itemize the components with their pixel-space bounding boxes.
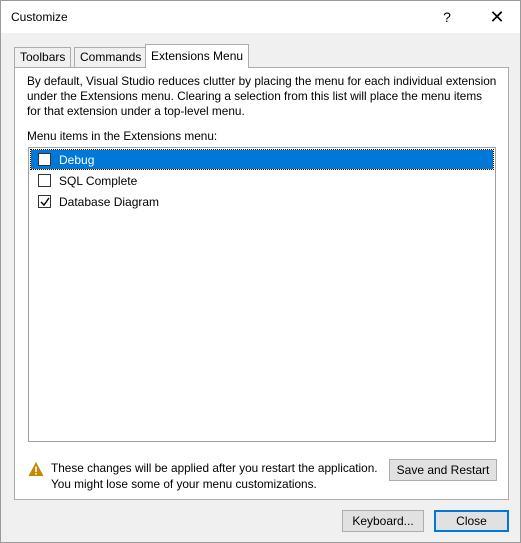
item-label: Database Diagram: [59, 194, 160, 209]
tab-extensions-menu[interactable]: Extensions Menu: [145, 44, 250, 68]
checkmark-icon: [40, 197, 50, 206]
customize-dialog: Customize ? ✕ Toolbars Commands Extensio…: [0, 0, 521, 543]
warning-text: These changes will be applied after you …: [51, 461, 378, 491]
close-button[interactable]: Close: [434, 510, 509, 532]
list-label: Menu items in the Extensions menu:: [27, 129, 218, 143]
help-button[interactable]: ?: [424, 1, 470, 33]
warning-triangle-icon: [28, 462, 44, 476]
save-and-restart-button[interactable]: Save and Restart: [389, 459, 497, 481]
title-bar: Customize ? ✕: [1, 1, 520, 33]
item-label: SQL Complete: [59, 173, 138, 188]
checkbox-database-diagram[interactable]: [38, 195, 51, 208]
tab-toolbars[interactable]: Toolbars: [14, 47, 72, 67]
question-mark-icon: ?: [443, 9, 451, 25]
keyboard-button[interactable]: Keyboard...: [342, 510, 424, 532]
list-item-database-diagram[interactable]: Database Diagram: [31, 192, 493, 211]
tab-commands[interactable]: Commands: [74, 47, 148, 67]
window-title: Customize: [11, 10, 68, 24]
close-icon: ✕: [489, 6, 505, 27]
extensions-menu-panel: By default, Visual Studio reduces clutte…: [14, 67, 509, 500]
list-item-sql-complete[interactable]: SQL Complete: [31, 171, 493, 190]
description-text: By default, Visual Studio reduces clutte…: [27, 74, 497, 118]
checkbox-sql-complete[interactable]: [38, 174, 51, 187]
item-label: Debug: [59, 152, 95, 167]
extensions-listbox[interactable]: Debug SQL Complete Database Diagram: [28, 147, 496, 442]
list-item-debug[interactable]: Debug: [30, 149, 494, 170]
close-window-button[interactable]: ✕: [474, 1, 520, 33]
checkbox-debug[interactable]: [38, 153, 51, 166]
